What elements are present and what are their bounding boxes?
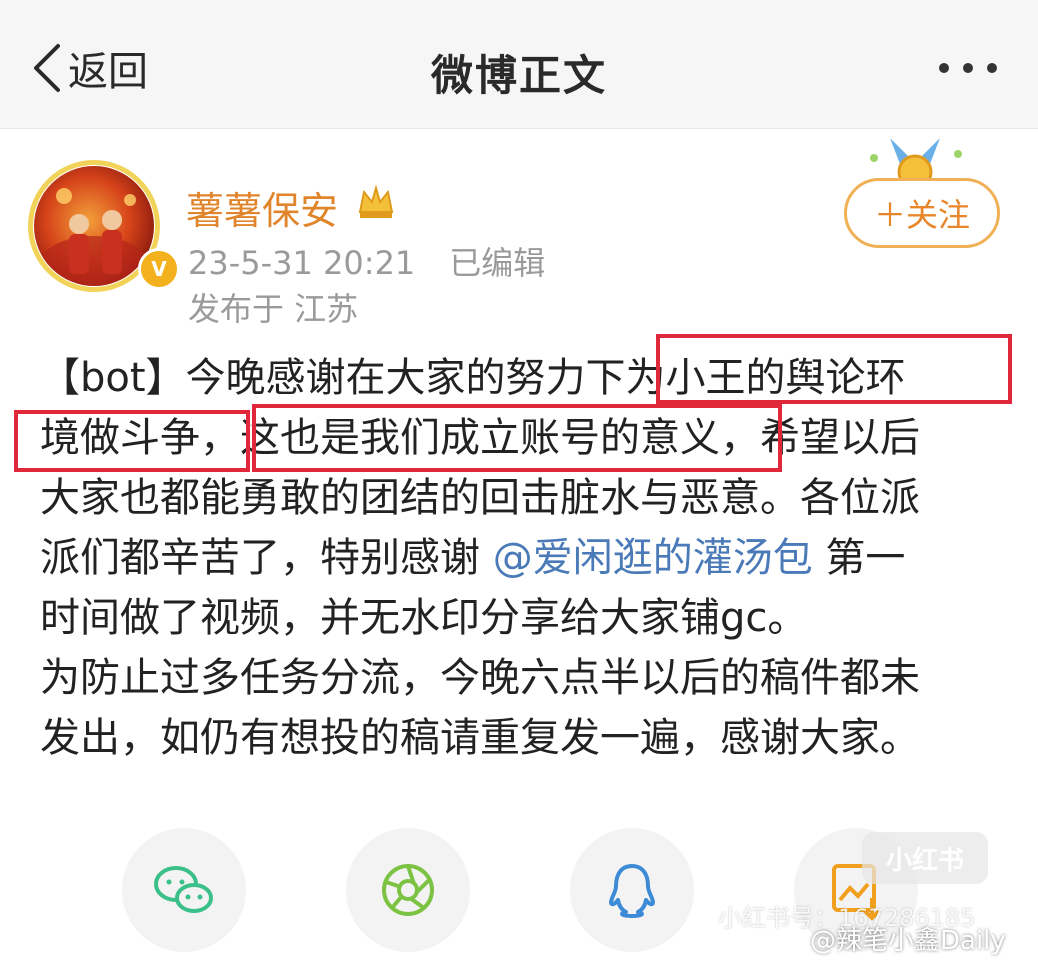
post-time: 23-5-31 20:21	[188, 244, 416, 282]
post-line: 大家也都能勇敢的团结的回击脏水与恶意。各位派	[40, 475, 920, 521]
post-line: 发出，如仍有想投的稿请重复发一遍，感谢大家。	[40, 715, 920, 761]
share-moments-button[interactable]	[346, 828, 470, 952]
post-location: 发布于 江苏	[188, 290, 359, 328]
highlight-box	[14, 410, 250, 472]
post-text: 派们都辛苦了，特别感谢	[40, 535, 493, 581]
post-line: 派们都辛苦了，特别感谢 @爱闲逛的灌汤包 第一	[40, 528, 1000, 588]
top-nav-bar: 返回 微博正文	[0, 0, 1038, 129]
post-line: 为防止过多任务分流，今晚六点半以后的稿件都未	[40, 655, 920, 701]
edited-label[interactable]: 已编辑	[449, 244, 545, 282]
wechat-icon	[154, 866, 213, 913]
highlight-box	[252, 404, 782, 472]
share-qq-button[interactable]	[570, 828, 694, 952]
more-button[interactable]	[936, 52, 1000, 84]
qq-icon	[609, 864, 655, 918]
highlight-box	[656, 334, 1012, 404]
watermark-weibo: @辣笔小鑫Daily	[810, 926, 1006, 956]
avatar-figures-icon	[39, 188, 149, 286]
post-meta: 23-5-31 20:21 已编辑	[188, 238, 545, 284]
author-name[interactable]: 薯薯保安	[186, 180, 338, 235]
verified-badge: V	[138, 248, 180, 290]
post-line: 时间做了视频，并无水印分享给大家铺gc。	[40, 595, 808, 641]
avatar-image	[34, 166, 154, 286]
post-text: 第一	[812, 535, 906, 581]
moments-icon	[382, 864, 434, 916]
xiaohongshu-logo: 小红书	[862, 832, 988, 884]
share-wechat-button[interactable]	[122, 828, 246, 952]
more-dots-icon	[939, 63, 997, 73]
page-title: 微博正文	[430, 51, 607, 100]
follow-button[interactable]: ＋关注	[844, 178, 1000, 248]
post-text: 【bot】今晚感谢在大家的努力下	[40, 355, 626, 401]
crown-icon	[358, 184, 394, 218]
mention-link[interactable]: @爱闲逛的灌汤包	[493, 535, 813, 581]
follow-label: ＋关注	[873, 196, 970, 234]
avatar[interactable]: V	[28, 148, 180, 292]
